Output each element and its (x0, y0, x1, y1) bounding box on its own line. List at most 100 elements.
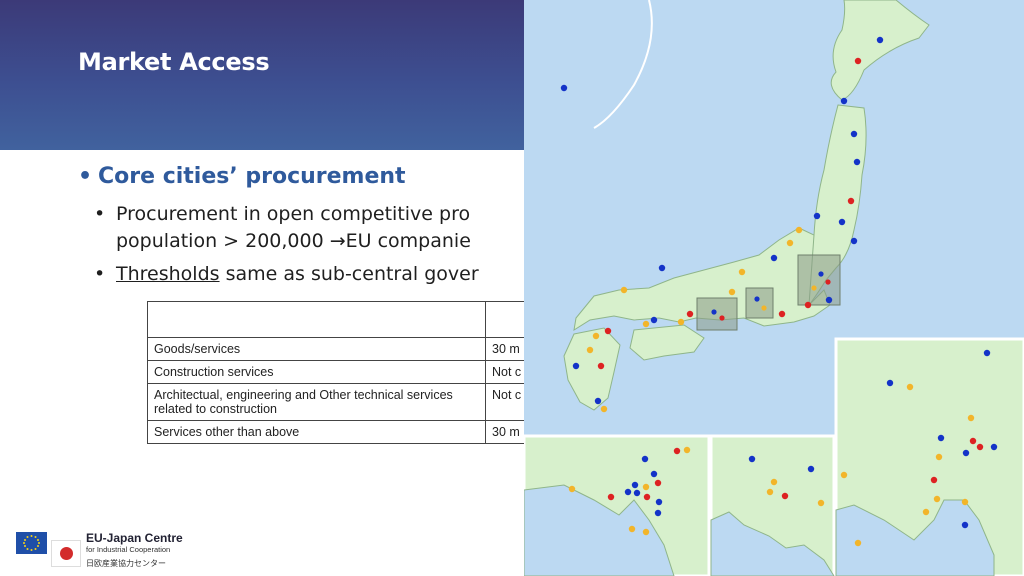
city-dot (990, 443, 998, 451)
city-dot (838, 218, 846, 226)
city-dot (643, 493, 651, 501)
city-dot (624, 488, 632, 496)
map-image (522, 0, 1024, 576)
city-dot (976, 443, 984, 451)
eu-flag-icon (16, 532, 47, 554)
city-dot (607, 493, 615, 501)
city-dot (937, 434, 945, 442)
city-dot (631, 481, 639, 489)
city-dot (642, 528, 650, 536)
bullet-main-text: Core cities’ procurement (98, 164, 406, 189)
city-dot (597, 362, 605, 370)
city-dot (854, 539, 862, 547)
city-dot (604, 327, 612, 335)
city-dot (840, 471, 848, 479)
city-dot (807, 465, 815, 473)
bullet-dot-icon: • (94, 263, 106, 285)
sub-bullet-1-line-2a: population > 200,000 (116, 230, 330, 252)
city-dot (906, 383, 914, 391)
sub-bullet-2-text: same as sub-central gover (219, 263, 479, 285)
inset-osaka (522, 434, 711, 576)
city-dot (650, 316, 658, 324)
city-dot (853, 158, 861, 166)
city-dot (586, 346, 594, 354)
city-dot (673, 447, 681, 455)
osaka-highlight (696, 297, 738, 331)
city-dot (930, 476, 938, 484)
city-dot (641, 455, 649, 463)
sub-bullet-procurement: • Procurement in open competitive pro (94, 203, 471, 225)
city-dot (770, 478, 778, 486)
city-dot (781, 492, 789, 500)
city-dot (854, 57, 862, 65)
city-dot (825, 296, 833, 304)
city-dot (933, 495, 941, 503)
bullet-core-cities: • Core cities’ procurement (78, 164, 406, 189)
city-dot (655, 498, 663, 506)
city-dot (969, 437, 977, 445)
city-dot (650, 470, 658, 478)
city-dot (804, 301, 812, 309)
city-dot (840, 97, 848, 105)
city-dot (817, 499, 825, 507)
city-dot (983, 349, 991, 357)
city-dot (766, 488, 774, 496)
city-dot (778, 310, 786, 318)
table-cell-item: Architectual, engineering and Other tech… (147, 383, 486, 421)
city-dot (850, 237, 858, 245)
table-cell-item: Goods/services (147, 337, 486, 361)
table-cell-item: Services other than above (147, 420, 486, 444)
city-dot (592, 332, 600, 340)
city-dot (876, 36, 884, 44)
inset-tokyo (834, 337, 1024, 576)
city-dot (572, 362, 580, 370)
city-dot (683, 446, 691, 454)
city-dot (711, 309, 717, 315)
city-dot (962, 449, 970, 457)
city-dot (600, 405, 608, 413)
logo-name: EU-Japan Centre (86, 531, 183, 545)
city-dot (795, 226, 803, 234)
city-dot (886, 379, 894, 387)
bullet-dot-icon: • (78, 164, 93, 189)
city-dot (786, 239, 794, 247)
thresholds-link[interactable]: Thresholds (116, 263, 220, 285)
city-dot (850, 130, 858, 138)
city-dot (961, 498, 969, 506)
table-cell-item: Construction services (147, 360, 486, 384)
slide-title: Market Access (78, 48, 270, 76)
city-dot (922, 508, 930, 516)
sub-bullet-1-line-1: Procurement in open competitive pro (116, 203, 471, 225)
sub-bullet-procurement-cont: population > 200,000 →EU companie (116, 230, 471, 252)
sub-bullet-thresholds: • Thresholds same as sub-central gover (94, 263, 479, 285)
city-dot (748, 455, 756, 463)
city-dot (818, 271, 824, 277)
bullet-dot-icon: • (94, 203, 106, 225)
logo-subtitle: for Industrial Cooperation (86, 545, 171, 554)
table-header-cell (147, 301, 486, 338)
city-dot (935, 453, 943, 461)
city-dot (719, 315, 725, 321)
city-dot (633, 489, 641, 497)
japan-city-map (522, 0, 1024, 576)
nagoya-highlight (745, 287, 774, 319)
city-dot (813, 212, 821, 220)
city-dot (594, 397, 602, 405)
city-dot (642, 483, 650, 491)
city-dot (620, 286, 628, 294)
logo-japanese-name: 日欧産業協力センター (86, 559, 166, 568)
city-dot (847, 197, 855, 205)
city-dot (738, 268, 746, 276)
inset-nagoya (709, 434, 836, 576)
japan-flag-icon (51, 540, 81, 567)
tokyo-highlight (797, 254, 841, 306)
sub-bullet-1-line-2b: EU companie (345, 230, 471, 252)
city-dot (754, 296, 760, 302)
eu-japan-centre-logo: EU-Japan Centre for Industrial Cooperati… (16, 527, 186, 571)
city-dot (825, 279, 831, 285)
city-dot (967, 414, 975, 422)
city-dot (961, 521, 969, 529)
city-dot (628, 525, 636, 533)
city-dot (568, 485, 576, 493)
city-dot (728, 288, 736, 296)
